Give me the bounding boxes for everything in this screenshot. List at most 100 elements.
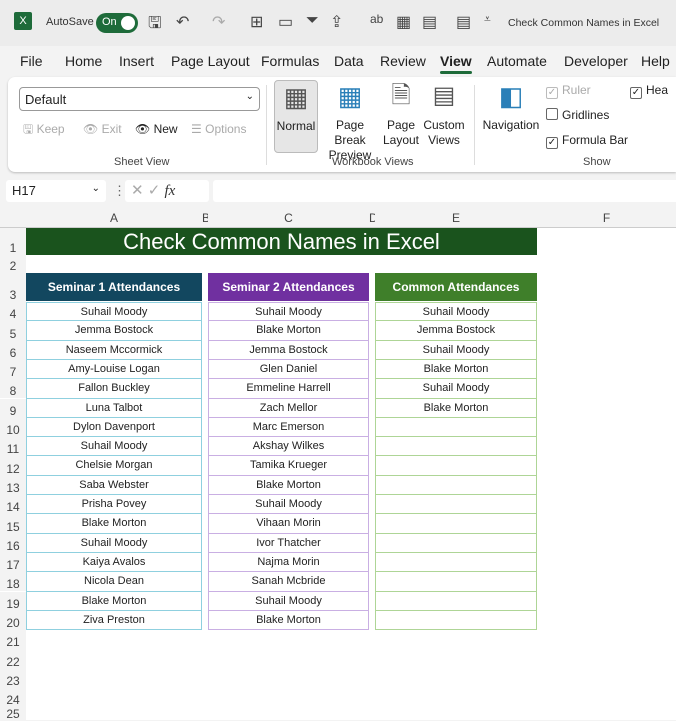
cell-common[interactable] bbox=[375, 610, 537, 631]
cell-seminar2[interactable]: Marc Emerson bbox=[208, 417, 369, 438]
keep-button[interactable]: 🖫 Keep bbox=[23, 122, 65, 137]
cell-seminar2[interactable]: Emmeline Harrell bbox=[208, 379, 369, 399]
cell-common[interactable]: Blake Morton bbox=[375, 359, 537, 380]
name-box[interactable]: H17 ⌄ bbox=[6, 180, 106, 202]
cell-common[interactable] bbox=[375, 552, 537, 573]
cell-seminar2[interactable]: Suhail Moody bbox=[208, 591, 369, 611]
normal-view-button[interactable]: ▦ Normal bbox=[274, 80, 318, 153]
tab-formulas[interactable]: Formulas bbox=[261, 53, 319, 69]
cell-seminar1[interactable]: Luna Talbot bbox=[26, 398, 202, 418]
row-header[interactable]: 25 bbox=[0, 707, 26, 721]
cell-seminar1[interactable]: Dylon Davenport bbox=[26, 417, 202, 438]
share-icon[interactable]: ⇪ bbox=[330, 12, 343, 32]
redo-icon[interactable]: ↷ bbox=[212, 12, 225, 32]
cell-seminar1[interactable]: Blake Morton bbox=[26, 514, 202, 534]
cell-common[interactable] bbox=[375, 591, 537, 611]
header-seminar2[interactable]: Seminar 2 Attendances bbox=[208, 273, 369, 301]
row-header[interactable]: 11 bbox=[0, 437, 26, 457]
row-header[interactable]: 12 bbox=[0, 456, 26, 476]
tab-developer[interactable]: Developer bbox=[564, 53, 628, 69]
row-header[interactable]: 6 bbox=[0, 340, 26, 360]
row-header[interactable]: 16 bbox=[0, 533, 26, 553]
row-header[interactable]: 2 bbox=[0, 255, 26, 273]
cell-common[interactable] bbox=[375, 533, 537, 553]
row-header[interactable]: 17 bbox=[0, 552, 26, 573]
exit-button[interactable]: 👁 Exit bbox=[83, 122, 122, 137]
cell-seminar2[interactable]: Akshay Wilkes bbox=[208, 437, 369, 457]
row-header[interactable]: 19 bbox=[0, 591, 26, 611]
cell-common[interactable]: Suhail Moody bbox=[375, 340, 537, 360]
cell-seminar1[interactable]: Kaiya Avalos bbox=[26, 552, 202, 573]
column-header[interactable]: A bbox=[26, 207, 202, 228]
spelling-icon[interactable]: ab bbox=[370, 12, 383, 26]
cell-seminar1[interactable]: Ziva Preston bbox=[26, 610, 202, 631]
cell-seminar1[interactable]: Chelsie Morgan bbox=[26, 456, 202, 476]
row-header[interactable]: 22 bbox=[0, 649, 26, 669]
row-header[interactable]: 5 bbox=[0, 321, 26, 341]
cell-seminar1[interactable]: Blake Morton bbox=[26, 591, 202, 611]
cell-common[interactable]: Suhail Moody bbox=[375, 302, 537, 322]
row-header[interactable]: 21 bbox=[0, 630, 26, 650]
options-button[interactable]: ☰ Options bbox=[191, 122, 246, 137]
tab-automate[interactable]: Automate bbox=[487, 53, 547, 69]
custom-views-button[interactable]: ▤ Custom Views bbox=[422, 80, 466, 148]
tab-page-layout[interactable]: Page Layout bbox=[171, 53, 250, 69]
cell-seminar1[interactable]: Amy-Louise Logan bbox=[26, 359, 202, 380]
cell-common[interactable] bbox=[375, 437, 537, 457]
ruler-checkbox[interactable]: ✓ Ruler bbox=[546, 83, 591, 99]
cell-common[interactable]: Blake Morton bbox=[375, 398, 537, 418]
navigation-button[interactable]: ◧ Navigation bbox=[481, 80, 541, 133]
row-header[interactable]: 3 bbox=[0, 273, 26, 302]
cell-seminar1[interactable]: Naseem Mccormick bbox=[26, 340, 202, 360]
borders-icon[interactable]: ⊞ bbox=[250, 12, 263, 32]
table-icon[interactable]: ▦ bbox=[396, 12, 411, 32]
row-header[interactable]: 8 bbox=[0, 379, 26, 399]
cell-seminar1[interactable]: Suhail Moody bbox=[26, 302, 202, 322]
sheet-view-select[interactable]: Default ⌄ bbox=[19, 87, 260, 111]
cell-seminar2[interactable]: Glen Daniel bbox=[208, 359, 369, 380]
cell-common[interactable] bbox=[375, 475, 537, 496]
cell-seminar2[interactable]: Jemma Bostock bbox=[208, 340, 369, 360]
column-header[interactable]: F bbox=[537, 207, 676, 228]
cell-seminar1[interactable]: Jemma Bostock bbox=[26, 321, 202, 341]
cell-common[interactable]: Suhail Moody bbox=[375, 379, 537, 399]
cell-common[interactable] bbox=[375, 495, 537, 515]
autosave-toggle[interactable]: On bbox=[96, 13, 138, 33]
cell-seminar2[interactable]: Vihaan Morin bbox=[208, 514, 369, 534]
header-common[interactable]: Common Attendances bbox=[375, 273, 537, 301]
row-header[interactable]: 18 bbox=[0, 572, 26, 592]
tab-home[interactable]: Home bbox=[65, 53, 102, 69]
save-icon[interactable]: 🖫 bbox=[148, 12, 162, 39]
row-header[interactable]: 10 bbox=[0, 417, 26, 438]
sheet-title-cell[interactable]: Check Common Names in Excel bbox=[26, 228, 537, 255]
cell-common[interactable] bbox=[375, 572, 537, 592]
page-layout-button[interactable]: 🗎 Page Layout bbox=[382, 80, 420, 148]
column-header[interactable]: C bbox=[208, 207, 369, 228]
new-view-button[interactable]: 👁 New bbox=[135, 122, 178, 137]
cell-seminar2[interactable]: Zach Mellor bbox=[208, 398, 369, 418]
cell-seminar1[interactable]: Prisha Povey bbox=[26, 495, 202, 515]
formula-input[interactable] bbox=[213, 180, 676, 202]
cell-seminar2[interactable]: Blake Morton bbox=[208, 610, 369, 631]
cell-common[interactable] bbox=[375, 417, 537, 438]
cell-seminar1[interactable]: Suhail Moody bbox=[26, 437, 202, 457]
select-all-button[interactable] bbox=[0, 207, 26, 228]
tab-file[interactable]: File bbox=[20, 53, 43, 69]
cell-seminar1[interactable]: Nicola Dean bbox=[26, 572, 202, 592]
row-header[interactable]: 9 bbox=[0, 398, 26, 418]
cell-seminar1[interactable]: Saba Webster bbox=[26, 475, 202, 496]
spreadsheet-grid[interactable]: Check Common Names in Excel Seminar 1 At… bbox=[0, 207, 676, 721]
row-header[interactable]: 7 bbox=[0, 359, 26, 380]
undo-icon[interactable]: ↶ bbox=[176, 12, 189, 32]
cell-seminar2[interactable]: Blake Morton bbox=[208, 475, 369, 496]
cell-common[interactable]: Jemma Bostock bbox=[375, 321, 537, 341]
gridlines-checkbox[interactable]: Gridlines bbox=[546, 108, 609, 123]
column-header[interactable]: E bbox=[375, 207, 537, 228]
cell-common[interactable] bbox=[375, 456, 537, 476]
calculator-icon[interactable]: ▤ bbox=[422, 12, 437, 32]
tab-review[interactable]: Review bbox=[380, 53, 426, 69]
headings-checkbox[interactable]: ✓ Hea bbox=[630, 83, 668, 99]
tab-data[interactable]: Data bbox=[334, 53, 364, 69]
header-seminar1[interactable]: Seminar 1 Attendances bbox=[26, 273, 202, 301]
row-header[interactable]: 14 bbox=[0, 495, 26, 515]
